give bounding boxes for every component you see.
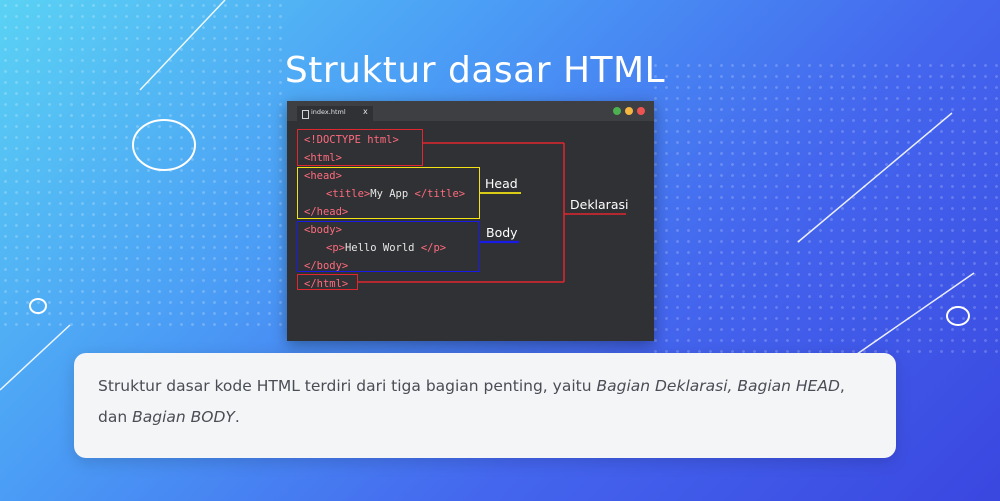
head-label: Head [485,176,518,191]
body-label: Body [486,225,518,240]
description-intro: Struktur dasar kode HTML terdiri dari ti… [98,377,597,395]
description-part-body: Bagian BODY [132,408,235,426]
description-text: Struktur dasar kode HTML terdiri dari ti… [98,371,878,433]
description-end: . [234,408,240,426]
description-card: Struktur dasar kode HTML terdiri dari ti… [74,353,896,458]
declaration-label: Deklarasi [570,197,629,212]
description-part-head: Bagian HEAD [737,377,840,395]
description-part-declaration: Bagian Deklarasi, [596,377,733,395]
